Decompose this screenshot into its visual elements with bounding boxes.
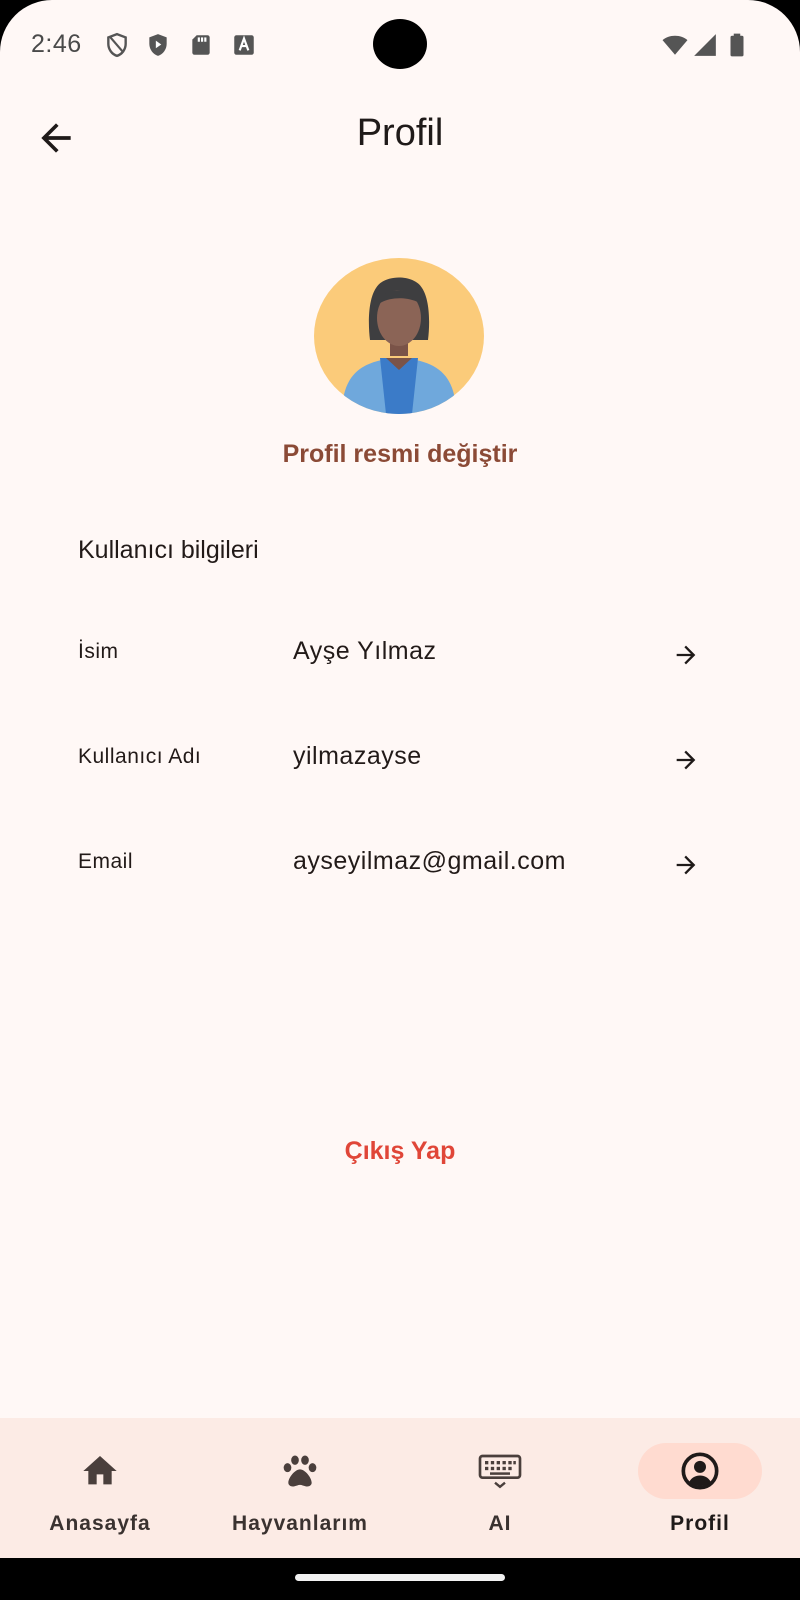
nav-item-pets[interactable]: Hayvanlarım xyxy=(200,1418,400,1558)
info-value: ayseyilmaz@gmail.com xyxy=(293,847,566,875)
arrow-forward-icon[interactable] xyxy=(672,851,700,879)
battery-icon xyxy=(730,33,744,57)
info-value: Ayşe Yılmaz xyxy=(293,637,437,665)
woman-avatar-illustration xyxy=(314,258,484,414)
nav-label: AI xyxy=(488,1512,512,1535)
nav-item-profile[interactable]: Profil xyxy=(600,1418,800,1558)
section-title: Kullanıcı bilgileri xyxy=(78,536,259,564)
info-row-email[interactable]: Email ayseyilmaz@gmail.com xyxy=(0,820,800,910)
info-value: yilmazayse xyxy=(293,742,422,770)
sd-card-icon xyxy=(192,35,210,55)
info-row-username[interactable]: Kullanıcı Adı yilmazayse xyxy=(0,715,800,805)
change-photo-button[interactable]: Profil resmi değiştir xyxy=(0,440,800,469)
nav-item-ai[interactable]: AI xyxy=(400,1418,600,1558)
info-label: İsim xyxy=(78,640,119,663)
arrow-forward-icon[interactable] xyxy=(672,641,700,669)
status-time: 2:46 xyxy=(31,30,82,58)
nav-item-home[interactable]: Anasayfa xyxy=(0,1418,200,1558)
info-label: Email xyxy=(78,850,134,873)
nav-label: Profil xyxy=(670,1512,730,1535)
front-camera xyxy=(373,19,427,69)
shield-play-icon xyxy=(149,34,167,56)
bottom-nav: Anasayfa Hayvanlarım AI Profil xyxy=(0,1418,800,1558)
page-title: Profil xyxy=(356,112,444,154)
info-row-name[interactable]: İsim Ayşe Yılmaz xyxy=(0,610,800,700)
keyboard-icon xyxy=(478,1454,522,1489)
wifi-icon xyxy=(662,35,688,55)
avatar[interactable] xyxy=(314,258,484,414)
logout-button[interactable]: Çıkış Yap xyxy=(0,1137,800,1166)
screen: 2:46 Profil Profil resmi değiştir Kullan… xyxy=(0,0,800,1558)
home-indicator[interactable] xyxy=(295,1574,505,1581)
home-icon xyxy=(83,1456,117,1485)
shield-outline-icon xyxy=(107,32,127,58)
account-circle-icon xyxy=(681,1452,719,1490)
info-label: Kullanıcı Adı xyxy=(78,745,202,768)
paw-icon xyxy=(283,1455,317,1487)
cellular-signal-icon xyxy=(694,34,716,56)
arrow-forward-icon[interactable] xyxy=(672,746,700,774)
status-bar: 2:46 xyxy=(0,0,800,90)
font-a-icon xyxy=(234,35,254,55)
nav-label: Hayvanlarım xyxy=(232,1512,368,1535)
nav-label: Anasayfa xyxy=(49,1512,151,1535)
